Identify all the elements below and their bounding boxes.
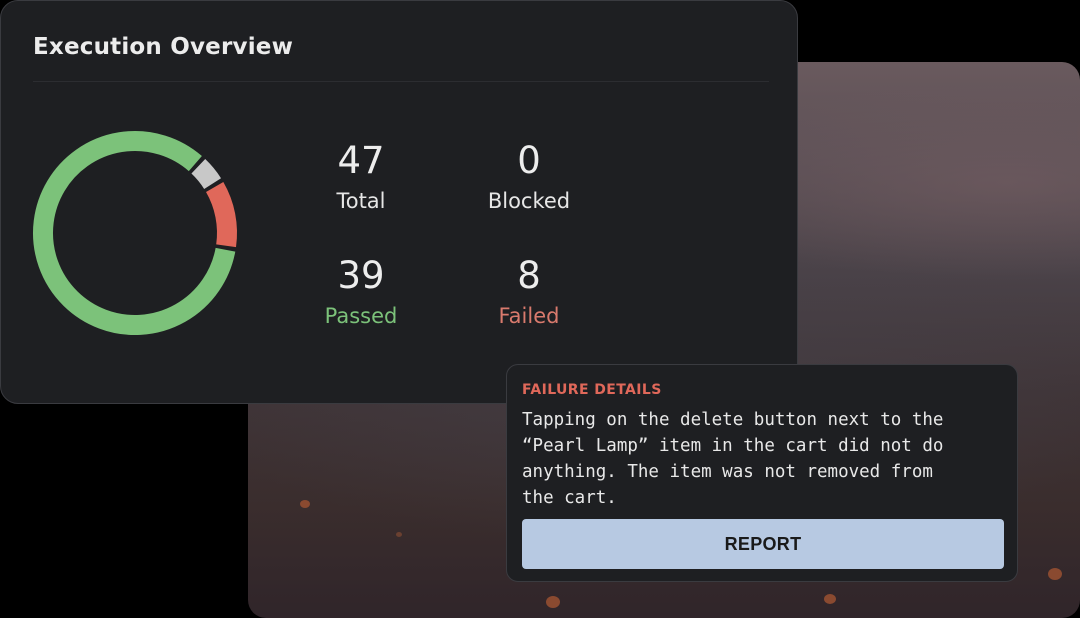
- report-button[interactable]: REPORT: [522, 519, 1004, 569]
- divider: [33, 81, 769, 82]
- stat-passed: 39 Passed: [281, 254, 441, 329]
- donut-segment-blocked: [191, 159, 222, 190]
- stat-total-label: Total: [336, 189, 386, 213]
- stat-total-value: 47: [337, 139, 385, 182]
- failure-details-card: FAILURE DETAILS Tapping on the delete bu…: [506, 364, 1018, 582]
- stat-passed-label: Passed: [324, 304, 398, 328]
- stat-failed: 8 Failed: [449, 254, 609, 329]
- stat-blocked: 0 Blocked: [449, 139, 609, 214]
- failure-heading: FAILURE DETAILS: [522, 382, 662, 398]
- pebble: [300, 500, 310, 508]
- results-donut-chart: [33, 131, 237, 335]
- donut-segment-failed: [205, 182, 237, 248]
- stat-blocked-label: Blocked: [487, 189, 571, 213]
- pebble: [1048, 568, 1062, 580]
- card-title: Execution Overview: [33, 34, 294, 60]
- stat-failed-label: Failed: [498, 304, 560, 328]
- stat-total: 47 Total: [281, 139, 441, 214]
- pebble: [546, 596, 560, 608]
- failure-message: Tapping on the delete button next to the…: [522, 410, 944, 508]
- stat-blocked-value: 0: [517, 139, 541, 182]
- execution-overview-card: Execution Overview 47 Total 0 Blocked 39…: [0, 0, 798, 404]
- stat-failed-value: 8: [517, 254, 541, 297]
- pebble: [396, 532, 402, 537]
- stage: Execution Overview 47 Total 0 Blocked 39…: [0, 0, 1080, 618]
- pebble: [824, 594, 836, 604]
- stat-passed-value: 39: [337, 254, 385, 297]
